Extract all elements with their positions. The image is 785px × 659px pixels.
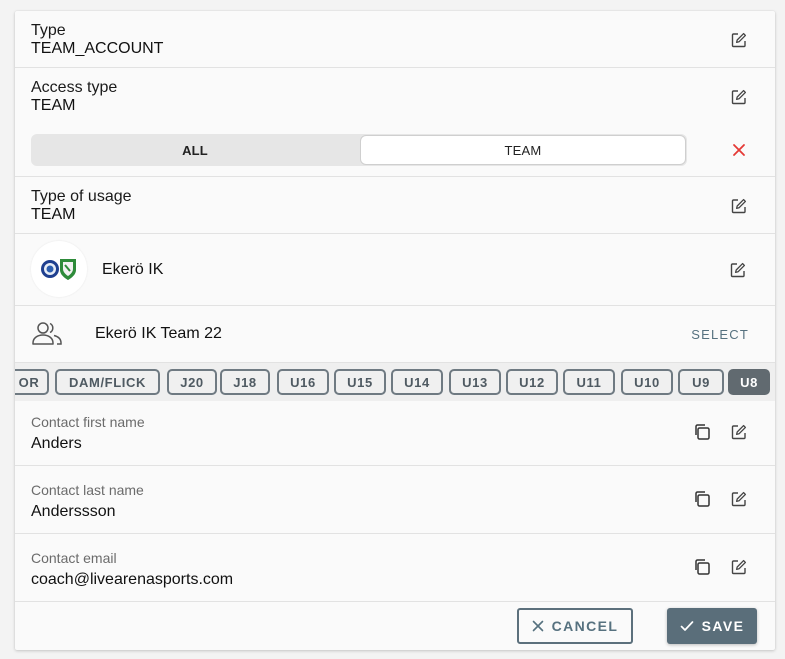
chip-u12[interactable]: U12 bbox=[506, 369, 558, 395]
contact-last-name-value: Anderssson bbox=[31, 503, 116, 520]
access-option-all[interactable]: ALL bbox=[31, 134, 359, 166]
edit-type-button[interactable] bbox=[727, 28, 751, 52]
contact-first-name-row: Contact first name Anders bbox=[15, 401, 775, 466]
copy-last-name-button[interactable] bbox=[690, 487, 714, 511]
edit-usage-type-button[interactable] bbox=[727, 194, 751, 218]
team-group-icon-wrap bbox=[31, 318, 63, 348]
check-icon bbox=[680, 621, 694, 631]
cancel-button[interactable]: CANCEL bbox=[517, 608, 633, 644]
access-type-value: TEAM bbox=[31, 97, 76, 114]
close-icon bbox=[532, 620, 543, 632]
usage-type-label: Type of usage bbox=[31, 188, 132, 205]
edit-email-button[interactable] bbox=[727, 555, 751, 579]
chip-u14[interactable]: U14 bbox=[391, 369, 443, 395]
club-name: Ekerö IK bbox=[102, 261, 164, 278]
save-label: SAVE bbox=[701, 618, 745, 634]
edit-icon bbox=[731, 32, 747, 48]
group-icon bbox=[32, 322, 62, 345]
contact-email-label: Contact email bbox=[31, 550, 117, 566]
team-name: Ekerö IK Team 22 bbox=[95, 325, 222, 342]
contact-last-name-label: Contact last name bbox=[31, 482, 144, 498]
save-button[interactable]: SAVE bbox=[667, 608, 757, 644]
copy-icon bbox=[695, 559, 710, 575]
chip-u8[interactable]: U8 bbox=[728, 369, 770, 395]
edit-icon bbox=[731, 559, 747, 575]
clear-access-type-button[interactable] bbox=[727, 138, 751, 162]
contact-last-name-row: Contact last name Anderssson bbox=[15, 466, 775, 534]
chip-u13[interactable]: U13 bbox=[449, 369, 501, 395]
edit-icon bbox=[731, 424, 747, 440]
contact-first-name-label: Contact first name bbox=[31, 414, 145, 430]
chip-u16[interactable]: U16 bbox=[277, 369, 329, 395]
edit-icon bbox=[731, 491, 747, 507]
access-option-team[interactable]: TEAM bbox=[360, 135, 686, 165]
club-logo bbox=[31, 241, 87, 297]
contact-first-name-value: Anders bbox=[31, 435, 82, 452]
club-row: Ekerö IK bbox=[15, 234, 775, 306]
access-type-label: Access type bbox=[31, 79, 118, 96]
team-row: Ekerö IK Team 22 bbox=[15, 306, 775, 363]
chip-j18[interactable]: J18 bbox=[220, 369, 270, 395]
type-value: TEAM_ACCOUNT bbox=[31, 40, 164, 57]
chip-or[interactable]: OR bbox=[15, 369, 49, 395]
chip-j20[interactable]: J20 bbox=[167, 369, 217, 395]
copy-icon bbox=[695, 424, 710, 440]
chip-u11[interactable]: U11 bbox=[563, 369, 615, 395]
edit-icon bbox=[730, 262, 746, 278]
edit-icon bbox=[731, 198, 747, 214]
edit-club-button[interactable] bbox=[726, 258, 750, 282]
usage-type-row: Type of usage TEAM bbox=[15, 177, 775, 234]
team-account-form: Type TEAM_ACCOUNT Access type TEAM ALL T… bbox=[15, 11, 775, 650]
type-row: Type TEAM_ACCOUNT bbox=[15, 11, 775, 68]
edit-first-name-button[interactable] bbox=[727, 420, 751, 444]
chip-u9[interactable]: U9 bbox=[678, 369, 724, 395]
copy-email-button[interactable] bbox=[690, 555, 714, 579]
contact-email-row: Contact email coach@livearenasports.com bbox=[15, 534, 775, 602]
chip-u15[interactable]: U15 bbox=[334, 369, 386, 395]
cancel-label: CANCEL bbox=[551, 618, 619, 634]
chip-dam-flick[interactable]: DAM/FLICK bbox=[55, 369, 160, 395]
copy-first-name-button[interactable] bbox=[690, 420, 714, 444]
edit-access-type-button[interactable] bbox=[727, 85, 751, 109]
type-label: Type bbox=[31, 22, 66, 39]
select-team-button[interactable]: SELECT bbox=[691, 327, 749, 342]
close-icon bbox=[733, 144, 745, 156]
age-group-chips: OR DAM/FLICK J20 J18 U16 U15 U14 U13 U12… bbox=[15, 363, 775, 401]
edit-last-name-button[interactable] bbox=[727, 487, 751, 511]
club-crest-icon bbox=[41, 259, 76, 280]
usage-type-value: TEAM bbox=[31, 206, 76, 223]
edit-icon bbox=[731, 89, 747, 105]
contact-email-value: coach@livearenasports.com bbox=[31, 571, 234, 588]
chip-u10[interactable]: U10 bbox=[621, 369, 673, 395]
copy-icon bbox=[695, 491, 710, 507]
access-type-toggle: ALL TEAM bbox=[31, 134, 687, 166]
